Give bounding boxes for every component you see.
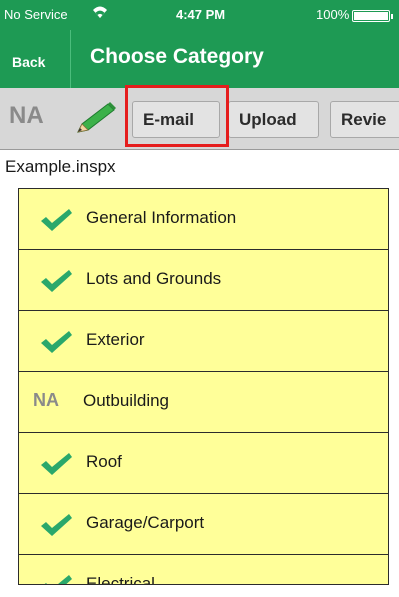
toolbar: NA E-mail Upload Revie xyxy=(0,88,399,150)
category-label: General Information xyxy=(86,208,237,227)
checkmark-icon xyxy=(41,514,72,536)
category-row-garage-carport[interactable]: Garage/Carport xyxy=(19,494,388,555)
clock: 4:47 PM xyxy=(176,7,226,22)
category-label: Lots and Grounds xyxy=(86,269,222,288)
checkmark-icon xyxy=(41,270,72,292)
checkmark-icon xyxy=(41,453,72,475)
category-label: Outbuilding xyxy=(83,391,170,410)
file-name: Example.inspx xyxy=(5,157,116,176)
wifi-icon xyxy=(93,6,107,18)
category-row-lots-and-grounds[interactable]: Lots and Grounds xyxy=(19,250,388,311)
review-button[interactable]: Revie xyxy=(330,101,399,138)
category-label: Garage/Carport xyxy=(86,513,205,532)
checkmark-icon xyxy=(41,209,72,231)
back-button[interactable]: Back xyxy=(12,51,45,73)
category-row-exterior[interactable]: Exterior xyxy=(19,311,388,372)
checkmark-icon xyxy=(41,331,72,353)
page-title: Choose Category xyxy=(90,45,264,68)
pencil-icon[interactable] xyxy=(74,102,120,136)
category-label: Exterior xyxy=(86,330,145,349)
battery-icon xyxy=(352,10,393,22)
category-row-general-information[interactable]: General Information xyxy=(19,189,388,250)
checkmark-icon xyxy=(44,575,72,584)
navigation-bar: Back Choose Category xyxy=(0,30,399,88)
battery-percent: 100% xyxy=(316,7,350,22)
category-label: Electrical xyxy=(86,574,155,585)
na-toggle[interactable]: NA xyxy=(9,102,44,130)
status-bar: No Service 4:47 PM 100% xyxy=(0,0,399,30)
carrier-label: No Service xyxy=(4,7,68,22)
nav-divider xyxy=(70,30,71,88)
email-button[interactable]: E-mail xyxy=(132,101,220,138)
category-row-electrical[interactable]: Electrical xyxy=(19,555,388,585)
category-list[interactable]: General Information Lots and Grounds Ext… xyxy=(18,188,389,585)
category-row-roof[interactable]: Roof xyxy=(19,433,388,494)
upload-button[interactable]: Upload xyxy=(228,101,319,138)
category-row-outbuilding[interactable]: NA Outbuilding xyxy=(19,372,388,433)
na-badge: NA xyxy=(33,390,59,410)
category-label: Roof xyxy=(86,452,122,471)
